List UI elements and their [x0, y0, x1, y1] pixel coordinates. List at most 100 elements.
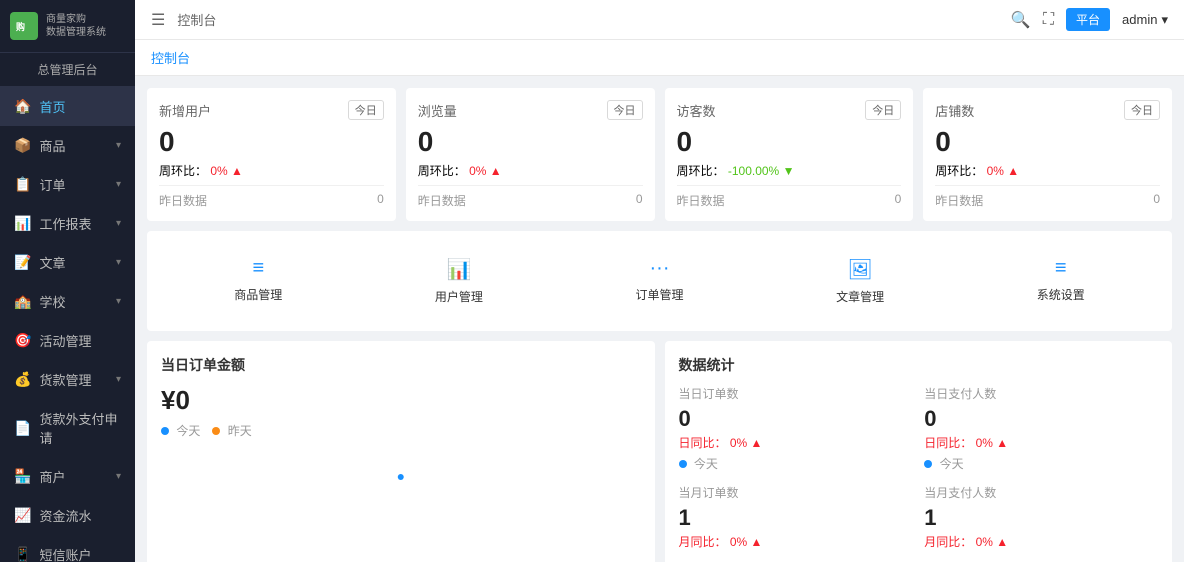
data-item-value-3: 1 — [924, 505, 1158, 531]
sidebar-logo: 购 商量家购 数据管理系统 — [0, 0, 135, 53]
stat-card-2: 访客数 今日 0 周环比： -100.00% ▼ 昨日数据 0 — [665, 88, 914, 221]
quick-label-goods_mgmt: 商品管理 — [234, 286, 282, 303]
sidebar-item-sms[interactable]: 📱 短信账户 — [0, 535, 135, 562]
sidebar-item-cashflow[interactable]: 📈 资金流水 — [0, 496, 135, 535]
sidebar-item-label-merchant: 商户 — [39, 467, 65, 486]
stat-trend-0: 周环比： 0% ▲ — [159, 162, 384, 179]
sidebar-item-left: 🎯 活动管理 — [14, 331, 91, 350]
quick-item-order_mgmt[interactable]: ··· 订单管理 — [564, 247, 755, 315]
quick-item-article_mgmt[interactable]: 🖼 文章管理 — [765, 247, 956, 315]
sidebar-item-icon-sms: 📱 — [14, 546, 31, 562]
quick-icon-sys_settings: ≡ — [1055, 257, 1067, 280]
quick-label-article_mgmt: 文章管理 — [836, 288, 884, 305]
stat-value-0: 0 — [159, 126, 384, 158]
legend-yesterday: 昨天 — [212, 422, 251, 439]
topbar-page-title: 控制台 — [177, 10, 216, 29]
data-item-value-1: 0 — [924, 406, 1158, 432]
sidebar-item-label-payment: 货款外支付申请 — [39, 409, 121, 447]
sidebar-item-left: 🏪 商户 — [14, 467, 65, 486]
stat-card-header-2: 访客数 今日 — [677, 100, 902, 120]
dot-yesterday — [212, 427, 220, 435]
stat-badge-0: 今日 — [348, 100, 384, 120]
quick-item-goods_mgmt[interactable]: ≡ 商品管理 — [163, 247, 354, 315]
stat-trend-2: 周环比： -100.00% ▼ — [677, 162, 902, 179]
main-area: ☰ 控制台 🔍 ⛶ 平台 admin ▾ 控制台 新增用户 今日 0 周环比： … — [135, 0, 1184, 562]
topbar-left: ☰ 控制台 — [151, 10, 216, 30]
data-item-trend-2: 月同比： 0% ▲ — [679, 533, 913, 550]
order-card-title: 当日订单金额 — [161, 355, 641, 375]
stat-badge-2: 今日 — [865, 100, 901, 120]
search-icon[interactable]: 🔍 — [1011, 10, 1031, 30]
sidebar-item-icon-funds: 💰 — [14, 371, 31, 388]
stat-yesterday-3: 昨日数据 0 — [935, 185, 1160, 209]
topbar: ☰ 控制台 🔍 ⛶ 平台 admin ▾ — [135, 0, 1184, 40]
sidebar-item-left: 🏫 学校 — [14, 292, 65, 311]
sidebar-item-goods[interactable]: 📦 商品 ▾ — [0, 126, 135, 165]
data-item-3: 当月支付人数 1 月同比： 0% ▲ — [924, 484, 1158, 554]
sidebar-item-home[interactable]: 🏠 首页 — [0, 87, 135, 126]
sidebar-item-left: 📄 货款外支付申请 — [14, 409, 121, 447]
data-item-title-3: 当月支付人数 — [924, 484, 1158, 501]
chevron-icon-article: ▾ — [116, 257, 121, 268]
sidebar-item-funds[interactable]: 💰 货款管理 ▾ — [0, 360, 135, 399]
quick-item-sys_settings[interactable]: ≡ 系统设置 — [965, 247, 1156, 315]
quick-icon-article_mgmt: 🖼 — [847, 257, 872, 282]
sidebar: 购 商量家购 数据管理系统 总管理后台 🏠 首页 📦 商品 ▾ 📋 订单 ▾ 📊… — [0, 0, 135, 562]
sidebar-item-left: 💰 货款管理 — [14, 370, 91, 389]
data-item-2: 当月订单数 1 月同比： 0% ▲ — [679, 484, 913, 554]
sidebar-item-merchant[interactable]: 🏪 商户 ▾ — [0, 457, 135, 496]
legend-today: 今天 — [161, 422, 200, 439]
sidebar-item-report[interactable]: 📊 工作报表 ▾ — [0, 204, 135, 243]
sidebar-item-left: 📈 资金流水 — [14, 506, 91, 525]
quick-menu: ≡ 商品管理 📊 用户管理 ··· 订单管理 🖼 文章管理 ≡ 系统设置 — [147, 231, 1172, 331]
sidebar-item-icon-home: 🏠 — [14, 98, 31, 115]
quick-item-user_mgmt[interactable]: 📊 用户管理 — [364, 247, 555, 315]
hamburger-icon[interactable]: ☰ — [151, 10, 165, 30]
chevron-icon-order: ▾ — [116, 179, 121, 190]
order-legend: 今天 昨天 — [161, 422, 641, 439]
fullscreen-icon[interactable]: ⛶ — [1043, 11, 1054, 29]
sidebar-item-activity[interactable]: 🎯 活动管理 — [0, 321, 135, 360]
sidebar-item-label-report: 工作报表 — [39, 214, 91, 233]
content-area: 新增用户 今日 0 周环比： 0% ▲ 昨日数据 0 浏览量 今日 0 周环比：… — [135, 76, 1184, 562]
platform-button[interactable]: 平台 — [1066, 8, 1110, 31]
data-item-legend-1: 今天 — [924, 455, 1158, 472]
legend-dot-0 — [679, 460, 687, 468]
stat-badge-1: 今日 — [607, 100, 643, 120]
sidebar-item-label-funds: 货款管理 — [39, 370, 91, 389]
stat-card-0: 新增用户 今日 0 周环比： 0% ▲ 昨日数据 0 — [147, 88, 396, 221]
stat-value-1: 0 — [418, 126, 643, 158]
quick-icon-order_mgmt: ··· — [650, 257, 670, 280]
order-amount: ¥0 — [161, 385, 641, 416]
admin-menu[interactable]: admin ▾ — [1122, 12, 1168, 28]
quick-label-user_mgmt: 用户管理 — [435, 288, 483, 305]
stat-card-header-3: 店铺数 今日 — [935, 100, 1160, 120]
data-stats-card: 数据统计 当日订单数 0 日同比： 0% ▲ 今天 当日支付人数 0 日同比： … — [665, 341, 1173, 562]
data-item-legend-0: 今天 — [679, 455, 913, 472]
bottom-section: 当日订单金额 ¥0 今天 昨天 — [147, 341, 1172, 562]
sidebar-item-order[interactable]: 📋 订单 ▾ — [0, 165, 135, 204]
data-item-title-1: 当日支付人数 — [924, 385, 1158, 402]
sidebar-item-label-cashflow: 资金流水 — [39, 506, 91, 525]
data-stats-title: 数据统计 — [679, 355, 1159, 375]
quick-icon-goods_mgmt: ≡ — [252, 257, 264, 280]
sidebar-item-icon-cashflow: 📈 — [14, 507, 31, 524]
sidebar-item-payment[interactable]: 📄 货款外支付申请 — [0, 399, 135, 457]
sidebar-item-label-home: 首页 — [39, 97, 65, 116]
stat-value-3: 0 — [935, 126, 1160, 158]
sidebar-item-icon-order: 📋 — [14, 176, 31, 193]
dot-today — [161, 427, 169, 435]
breadcrumb: 控制台 — [135, 40, 1184, 76]
stat-title-1: 浏览量 — [418, 101, 457, 120]
data-item-0: 当日订单数 0 日同比： 0% ▲ 今天 — [679, 385, 913, 472]
admin-label: admin — [1122, 12, 1157, 27]
sidebar-item-left: 📋 订单 — [14, 175, 65, 194]
sidebar-item-article[interactable]: 📝 文章 ▾ — [0, 243, 135, 282]
chevron-icon-report: ▾ — [116, 218, 121, 229]
stat-trend-3: 周环比： 0% ▲ — [935, 162, 1160, 179]
stat-title-3: 店铺数 — [935, 101, 974, 120]
sidebar-item-school[interactable]: 🏫 学校 ▾ — [0, 282, 135, 321]
chevron-icon-school: ▾ — [116, 296, 121, 307]
sidebar-item-left: 📊 工作报表 — [14, 214, 91, 233]
data-item-title-0: 当日订单数 — [679, 385, 913, 402]
